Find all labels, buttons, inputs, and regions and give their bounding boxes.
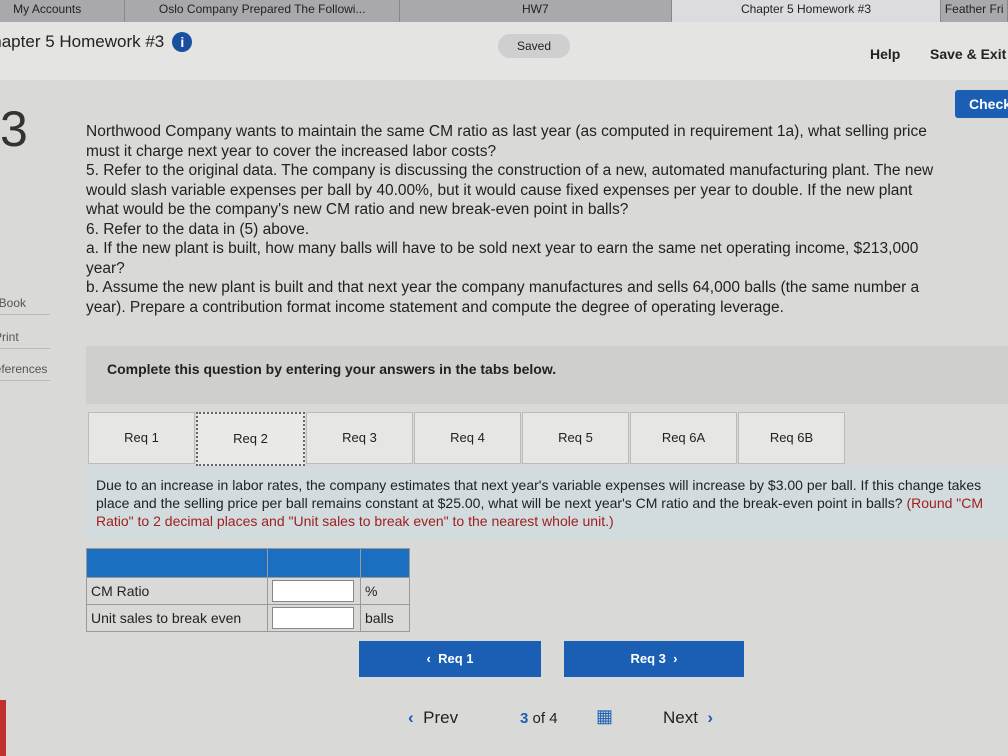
tab-req-1[interactable]: Req 1 xyxy=(88,412,195,464)
chevron-left-icon: ‹ xyxy=(426,651,439,666)
tab-req-5[interactable]: Req 5 xyxy=(522,412,629,464)
problem-line: Northwood Company wants to maintain the … xyxy=(86,123,927,140)
page-indicator: 3 of 4 xyxy=(520,710,558,727)
browser-tab[interactable]: My Accounts xyxy=(0,0,126,22)
of-label: of xyxy=(532,710,546,727)
prev-button[interactable]: ‹ Prev xyxy=(408,708,458,728)
side-indicator xyxy=(0,700,6,756)
next-button[interactable]: Next › xyxy=(663,708,713,728)
row-label: Unit sales to break even xyxy=(86,604,268,632)
table-row: CM Ratio% xyxy=(86,577,410,605)
row-label: CM Ratio xyxy=(86,577,268,605)
next-req-label: Req 3 xyxy=(630,651,666,666)
question-number: 3 xyxy=(0,101,28,157)
current-page: 3 xyxy=(520,710,529,727)
browser-tab[interactable]: HW7 xyxy=(400,0,672,22)
info-icon[interactable]: i xyxy=(172,32,193,52)
prev-req-label: Req 1 xyxy=(438,651,474,666)
problem-line: year). Prepare a contribution format inc… xyxy=(86,298,784,316)
instruction-body: Due to an increase in labor rates, the c… xyxy=(96,477,982,511)
assignment-title: Chapter 5 Homework #3i xyxy=(0,32,193,52)
break-even-units-input[interactable] xyxy=(272,607,354,629)
chevron-left-icon: ‹ xyxy=(408,708,414,727)
grid-icon[interactable]: ▦ xyxy=(596,706,613,727)
prev-req-button[interactable]: ‹ Req 1 xyxy=(359,641,541,677)
tab-req-2[interactable]: Req 2 xyxy=(196,412,305,466)
assignment-header: Chapter 5 Homework #3i Saved Help Save &… xyxy=(0,22,1008,80)
sidebar-ebook[interactable]: eBook xyxy=(0,292,50,315)
problem-line: would slash variable expenses per ball b… xyxy=(86,181,913,199)
instruction-text: Due to an increase in labor rates, the c… xyxy=(86,466,1008,540)
tab-req-6a[interactable]: Req 6A xyxy=(630,412,737,464)
problem-line: a. If the new plant is built, how many b… xyxy=(86,240,919,257)
browser-tab-active[interactable]: Chapter 5 Homework #3 xyxy=(671,0,942,22)
saved-status: Saved xyxy=(498,34,570,58)
tab-req-6b[interactable]: Req 6B xyxy=(738,412,845,464)
chevron-right-icon: › xyxy=(707,708,714,727)
sidebar-references[interactable]: References xyxy=(0,358,50,381)
problem-line: b. Assume the new plant is built and tha… xyxy=(86,279,920,296)
unit-label: % xyxy=(360,577,410,605)
answer-table: CM Ratio% Unit sales to break even balls xyxy=(86,548,410,632)
cm-ratio-input[interactable] xyxy=(272,580,354,602)
check-button[interactable]: Check xyxy=(955,90,1008,118)
total-pages: 4 xyxy=(549,710,558,727)
unit-label: balls xyxy=(360,604,410,632)
browser-tabs: My Accounts Oslo Company Prepared The Fo… xyxy=(0,0,1008,22)
tab-req-3[interactable]: Req 3 xyxy=(306,412,413,464)
tab-req-4[interactable]: Req 4 xyxy=(414,412,521,464)
table-row: Unit sales to break even balls xyxy=(86,604,410,632)
save-exit-button[interactable]: Save & Exit xyxy=(930,46,1006,62)
problem-line: 6. Refer to the data in (5) above. xyxy=(86,220,310,238)
problem-text: Northwood Company wants to maintain the … xyxy=(86,122,1008,317)
next-label: Next xyxy=(663,708,698,727)
prev-label: Prev xyxy=(423,708,459,727)
sidebar-print[interactable]: Print xyxy=(0,326,50,349)
problem-line: year? xyxy=(86,259,125,277)
complete-prompt: Complete this question by entering your … xyxy=(86,346,1008,404)
next-req-button[interactable]: Req 3 › xyxy=(564,641,744,677)
browser-tab[interactable]: Oslo Company Prepared The Followi... xyxy=(125,0,401,22)
req-tabs: Req 1 Req 2 Req 3 Req 4 Req 5 Req 6A Req… xyxy=(88,412,846,466)
problem-line: what would be the company's new CM ratio… xyxy=(86,201,629,218)
chevron-right-icon: › xyxy=(665,651,678,666)
problem-line: must it charge next year to cover the in… xyxy=(86,142,497,160)
browser-tab[interactable]: Feather Fri xyxy=(941,0,1008,22)
problem-line: 5. Refer to the original data. The compa… xyxy=(86,162,934,179)
help-button[interactable]: Help xyxy=(870,46,900,62)
